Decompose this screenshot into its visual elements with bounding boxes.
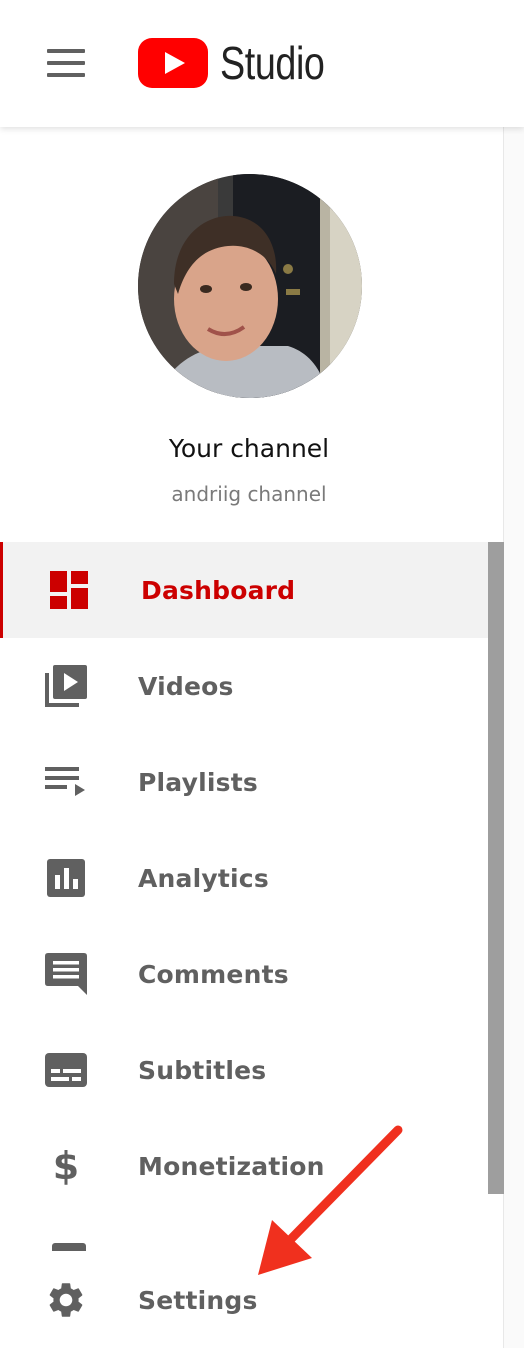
nav-label-playlists: Playlists: [138, 767, 258, 797]
nav-item-subtitles[interactable]: Subtitles: [0, 1022, 486, 1118]
gear-icon: [45, 1279, 87, 1321]
youtube-play-logo-icon: [138, 38, 208, 88]
channel-name: andriig channel: [171, 482, 327, 506]
nav-label-dashboard: Dashboard: [141, 575, 296, 605]
nav-item-monetization[interactable]: $ Monetization: [0, 1118, 486, 1214]
subtitles-icon: [45, 1049, 87, 1091]
partially-hidden-icon: [52, 1243, 86, 1251]
nav-label-monetization: Monetization: [138, 1151, 325, 1181]
nav-item-analytics[interactable]: Analytics: [0, 830, 486, 926]
nav-label-analytics: Analytics: [138, 863, 269, 893]
nav-label-videos: Videos: [138, 671, 234, 701]
studio-logo-text: Studio: [220, 37, 325, 89]
video-library-icon: [45, 665, 87, 707]
avatar-photo: [138, 174, 362, 398]
channel-avatar[interactable]: [138, 174, 362, 398]
menu-icon[interactable]: [47, 49, 85, 77]
dollar-icon: $: [52, 1144, 80, 1188]
nav-label-settings: Settings: [138, 1285, 258, 1315]
nav-item-playlists[interactable]: Playlists: [0, 734, 486, 830]
nav-item-dashboard[interactable]: Dashboard: [0, 542, 489, 638]
analytics-icon: [45, 857, 87, 899]
nav-label-comments: Comments: [138, 959, 289, 989]
dashboard-icon: [48, 569, 90, 611]
channel-title: Your channel: [168, 434, 330, 463]
top-header: Studio: [0, 0, 524, 127]
nav-item-settings[interactable]: Settings: [0, 1252, 486, 1348]
nav-item-comments[interactable]: Comments: [0, 926, 486, 1022]
sidebar-scrollbar[interactable]: [488, 542, 504, 1194]
nav-label-subtitles: Subtitles: [138, 1055, 267, 1085]
sidebar-right-edge: [503, 127, 524, 1348]
nav-item-videos[interactable]: Videos: [0, 638, 486, 734]
youtube-studio-logo[interactable]: Studio: [138, 37, 347, 89]
comment-icon: [45, 953, 87, 995]
playlist-icon: [45, 761, 87, 803]
